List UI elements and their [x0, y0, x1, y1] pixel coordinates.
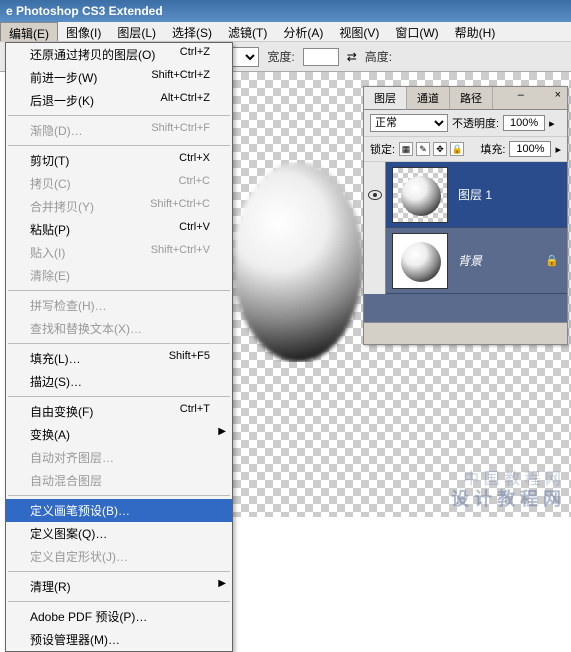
- menu-separator: [8, 396, 230, 397]
- eye-icon: [368, 190, 382, 200]
- layer-name[interactable]: 图层 1: [454, 186, 567, 203]
- menu-free-transform[interactable]: 自由变换(F)Ctrl+T: [6, 400, 232, 423]
- menu-stroke[interactable]: 描边(S)…: [6, 370, 232, 393]
- menu-bar: 编辑(E) 图像(I) 图层(L) 选择(S) 滤镜(T) 分析(A) 视图(V…: [0, 22, 571, 42]
- lock-row: 锁定: ▦ ✎ ✥ 🔒 填充: ▸: [364, 137, 567, 162]
- menu-clear: 清除(E): [6, 264, 232, 287]
- menu-copy: 拷贝(C)Ctrl+C: [6, 172, 232, 195]
- layer-visibility-toggle[interactable]: [364, 228, 386, 294]
- menu-find-replace: 查找和替换文本(X)…: [6, 317, 232, 340]
- lock-label: 锁定:: [370, 141, 395, 157]
- menu-view[interactable]: 视图(V): [331, 22, 387, 41]
- menu-transform[interactable]: 变换(A)▶: [6, 423, 232, 446]
- lock-position-icon[interactable]: ✥: [433, 142, 447, 156]
- menu-layer[interactable]: 图层(L): [109, 22, 164, 41]
- menu-purge[interactable]: 清理(R)▶: [6, 575, 232, 598]
- menu-separator: [8, 571, 230, 572]
- layer-thumbnail[interactable]: [392, 167, 448, 223]
- menu-paste-into: 贴入(I)Shift+Ctrl+V: [6, 241, 232, 264]
- thumbnail-sphere: [401, 242, 441, 282]
- menu-separator: [8, 145, 230, 146]
- canvas-sphere-artwork: [233, 162, 363, 362]
- tab-layers[interactable]: 图层: [364, 87, 407, 109]
- fill-arrow-icon[interactable]: ▸: [555, 143, 561, 156]
- menu-define-brush-preset[interactable]: 定义画笔预设(B)…: [6, 499, 232, 522]
- menu-analysis[interactable]: 分析(A): [275, 22, 331, 41]
- lock-icon: 🔒: [545, 254, 559, 267]
- height-label: 高度:: [365, 48, 392, 65]
- menu-copy-merged: 合并拷贝(Y)Shift+Ctrl+C: [6, 195, 232, 218]
- menu-help[interactable]: 帮助(H): [447, 22, 504, 41]
- layer-name[interactable]: 背景: [454, 252, 545, 269]
- menu-select[interactable]: 选择(S): [164, 22, 220, 41]
- layer-thumbnail[interactable]: [392, 233, 448, 289]
- fill-label: 填充:: [480, 141, 505, 157]
- width-label: 宽度:: [267, 48, 294, 65]
- edit-dropdown-menu: 还原通过拷贝的图层(O)Ctrl+Z 前进一步(W)Shift+Ctrl+Z 后…: [5, 42, 233, 652]
- blend-row: 正常 不透明度: ▸: [364, 110, 567, 137]
- menu-spell-check: 拼写检查(H)…: [6, 294, 232, 317]
- menu-pdf-preset[interactable]: Adobe PDF 预设(P)…: [6, 605, 232, 628]
- width-input[interactable]: [303, 48, 339, 66]
- menu-image[interactable]: 图像(I): [58, 22, 109, 41]
- fill-input[interactable]: [509, 141, 551, 157]
- menu-define-shape: 定义自定形状(J)…: [6, 545, 232, 568]
- menu-define-pattern[interactable]: 定义图案(Q)…: [6, 522, 232, 545]
- menu-fade: 渐隐(D)…Shift+Ctrl+F: [6, 119, 232, 142]
- menu-separator: [8, 343, 230, 344]
- menu-auto-align: 自动对齐图层…: [6, 446, 232, 469]
- swap-icon[interactable]: ⇄: [347, 50, 357, 64]
- menu-auto-blend: 自动混合图层: [6, 469, 232, 492]
- menu-step-forward[interactable]: 前进一步(W)Shift+Ctrl+Z: [6, 66, 232, 89]
- lock-pixels-icon[interactable]: ✎: [416, 142, 430, 156]
- menu-separator: [8, 290, 230, 291]
- layer-row[interactable]: 背景 🔒: [364, 228, 567, 294]
- menu-undo[interactable]: 还原通过拷贝的图层(O)Ctrl+Z: [6, 43, 232, 66]
- menu-edit[interactable]: 编辑(E): [0, 22, 58, 41]
- opacity-input[interactable]: [503, 115, 545, 131]
- submenu-arrow-icon: ▶: [218, 578, 226, 589]
- tab-paths[interactable]: 路径: [450, 87, 493, 109]
- menu-paste[interactable]: 粘贴(P)Ctrl+V: [6, 218, 232, 241]
- panel-footer: [364, 322, 567, 344]
- menu-separator: [8, 115, 230, 116]
- menu-preset-manager[interactable]: 预设管理器(M)…: [6, 628, 232, 651]
- menu-filter[interactable]: 滤镜(T): [220, 22, 275, 41]
- opacity-label: 不透明度:: [452, 115, 499, 131]
- menu-cut[interactable]: 剪切(T)Ctrl+X: [6, 149, 232, 172]
- layers-panel: 图层 通道 路径 – × 正常 不透明度: ▸ 锁定: ▦ ✎ ✥ 🔒 填充: …: [363, 86, 568, 345]
- menu-fill[interactable]: 填充(L)…Shift+F5: [6, 347, 232, 370]
- lock-transparency-icon[interactable]: ▦: [399, 142, 413, 156]
- menu-separator: [8, 495, 230, 496]
- thumbnail-sphere: [401, 176, 441, 216]
- panel-close-icon[interactable]: ×: [549, 87, 567, 109]
- app-title: e Photoshop CS3 Extended: [6, 4, 163, 18]
- menu-separator: [8, 601, 230, 602]
- layer-visibility-toggle[interactable]: [364, 162, 386, 228]
- submenu-arrow-icon: ▶: [218, 426, 226, 437]
- layers-list: 图层 1 背景 🔒: [364, 162, 567, 322]
- panel-minimize-icon[interactable]: –: [512, 87, 530, 109]
- menu-window[interactable]: 窗口(W): [387, 22, 446, 41]
- opacity-arrow-icon[interactable]: ▸: [549, 117, 555, 130]
- tab-channels[interactable]: 通道: [407, 87, 450, 109]
- blend-mode-select[interactable]: 正常: [370, 114, 448, 132]
- menu-step-backward[interactable]: 后退一步(K)Alt+Ctrl+Z: [6, 89, 232, 112]
- panel-tabs: 图层 通道 路径 – ×: [364, 87, 567, 110]
- layer-row[interactable]: 图层 1: [364, 162, 567, 228]
- title-bar: e Photoshop CS3 Extended: [0, 0, 571, 22]
- lock-all-icon[interactable]: 🔒: [450, 142, 464, 156]
